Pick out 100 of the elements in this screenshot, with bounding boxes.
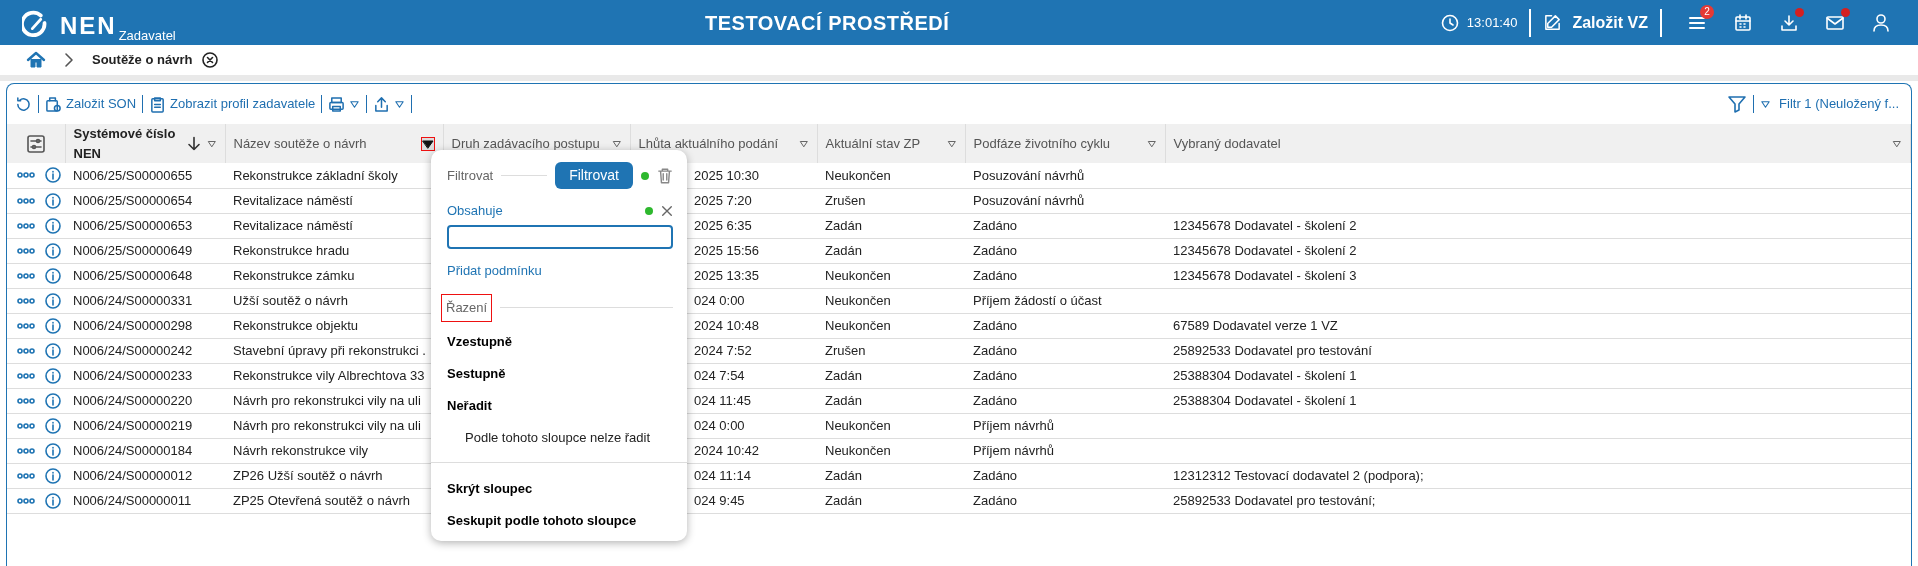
info-button[interactable]: [45, 392, 61, 409]
info-icon: [45, 242, 61, 259]
export-button[interactable]: [373, 95, 406, 113]
info-button[interactable]: [45, 467, 61, 484]
table-cell: Zadán: [825, 392, 862, 408]
table-cell: Zrušen: [825, 342, 866, 358]
download-button[interactable]: [1779, 12, 1799, 33]
info-button[interactable]: [45, 167, 61, 184]
filter-input-field[interactable]: [447, 224, 673, 249]
table-cell: N006/24/S00000011: [73, 492, 192, 508]
info-icon: [45, 192, 61, 209]
table-cell: Rekonstrukce vily Albrechtova 33: [233, 367, 425, 383]
more-button[interactable]: [17, 421, 35, 430]
more-button[interactable]: [17, 271, 35, 280]
environment-title: TESTOVACÍ PROSTŘEDÍ: [705, 10, 950, 36]
condition-operator[interactable]: Obsahuje: [447, 201, 503, 221]
sort-option[interactable]: Vzestupně: [447, 325, 512, 358]
info-button[interactable]: [45, 217, 61, 234]
refresh-button[interactable]: [15, 95, 32, 113]
chevron-icon: [62, 52, 76, 68]
table-cell: Posuzování návrhů: [973, 167, 1085, 183]
info-icon: [45, 492, 61, 509]
saved-filter-dropdown[interactable]: Filtr 1 (Neuložený f...: [1760, 94, 1899, 114]
info-button[interactable]: [45, 267, 61, 284]
table-cell: Neukončen: [825, 442, 891, 458]
table-cell: Zadán: [825, 492, 862, 508]
table-cell: Rekonstrukce zámku: [233, 267, 355, 283]
create-son-icon: [45, 95, 62, 113]
caret-icon: [394, 98, 406, 110]
info-icon: [45, 317, 61, 334]
info-button[interactable]: [45, 192, 61, 209]
create-son-button[interactable]: Založit SON: [45, 94, 137, 114]
print-icon: [328, 95, 346, 113]
more-button[interactable]: [17, 296, 35, 305]
more-icon: [17, 446, 35, 455]
more-button[interactable]: [17, 396, 35, 405]
sort-option[interactable]: Neřadit: [447, 389, 492, 422]
table-cell: 024 7:54: [694, 367, 745, 383]
table-cell: 25388304 Dodavatel - školení 1: [1173, 392, 1357, 408]
menu-action[interactable]: Seskupit podle tohoto sloupce: [447, 504, 637, 537]
more-icon: [17, 171, 35, 180]
menu-action[interactable]: Skrýt sloupec: [447, 472, 533, 505]
more-icon: [17, 271, 35, 280]
table-cell: 2025 15:56: [694, 242, 760, 258]
info-button[interactable]: [45, 317, 61, 334]
sort-option[interactable]: Sestupně: [447, 357, 506, 390]
more-button[interactable]: [17, 196, 35, 205]
info-button[interactable]: [45, 242, 61, 259]
more-button[interactable]: [17, 346, 35, 355]
table-cell: Zadáno: [973, 217, 1018, 233]
delete-button[interactable]: [657, 166, 673, 185]
close-tab-button[interactable]: [202, 52, 219, 68]
caret-icon: [1760, 98, 1772, 110]
more-icon: [17, 221, 35, 230]
table-cell: Zadán: [825, 217, 862, 233]
info-icon: [45, 417, 61, 434]
profile-button[interactable]: Zobrazit profil zadavatele: [149, 94, 316, 114]
info-button[interactable]: [45, 367, 61, 384]
close-icon: [661, 204, 673, 217]
download-icon: [1779, 12, 1799, 33]
column-menu-button[interactable]: [420, 136, 435, 151]
info-button[interactable]: [45, 442, 61, 459]
edit-icon: [1543, 13, 1563, 32]
info-button[interactable]: [45, 292, 61, 309]
filter-button[interactable]: [1727, 94, 1748, 114]
user-button[interactable]: [1871, 12, 1891, 33]
more-button[interactable]: [17, 171, 35, 180]
calendar-button[interactable]: [1733, 12, 1753, 33]
table-cell: N006/25/S00000648: [73, 267, 193, 283]
more-button[interactable]: [17, 496, 35, 505]
sort-arrow-icon[interactable]: [186, 136, 201, 151]
table-cell: Zadán: [825, 367, 862, 383]
info-button[interactable]: [45, 417, 61, 434]
add-condition-link[interactable]: Přidat podmínku: [447, 260, 542, 280]
info-icon: [45, 342, 61, 359]
info-button[interactable]: [45, 492, 61, 509]
more-button[interactable]: [17, 446, 35, 455]
more-icon: [17, 496, 35, 505]
sort-note: Podle tohoto sloupce nelze řadit: [464, 428, 651, 447]
filter-icon: [1727, 94, 1748, 114]
logo-subtitle: Zadavatel: [118, 27, 176, 45]
more-button[interactable]: [17, 371, 35, 380]
table-cell: Zadáno: [973, 367, 1018, 383]
info-icon: [45, 167, 61, 184]
table-cell: 024 0:00: [694, 417, 745, 433]
remove-condition-button[interactable]: [661, 204, 673, 217]
info-button[interactable]: [45, 342, 61, 359]
print-button[interactable]: [328, 95, 361, 113]
create-button[interactable]: Založit VZ: [1543, 10, 1648, 35]
filter-apply-button[interactable]: Filtrovat: [555, 162, 633, 189]
more-button[interactable]: [17, 471, 35, 480]
home-button[interactable]: [26, 50, 46, 70]
column-header[interactable]: Vybraný dodavatel: [1173, 133, 1281, 154]
column-settings-button[interactable]: [26, 134, 45, 153]
more-button[interactable]: [17, 246, 35, 255]
more-button[interactable]: [17, 321, 35, 330]
table-cell: Užší soutěž o návrh: [233, 292, 348, 308]
table-cell: 2025 10:30: [694, 167, 760, 183]
more-button[interactable]: [17, 221, 35, 230]
section-label: Filtrovat: [447, 166, 494, 185]
